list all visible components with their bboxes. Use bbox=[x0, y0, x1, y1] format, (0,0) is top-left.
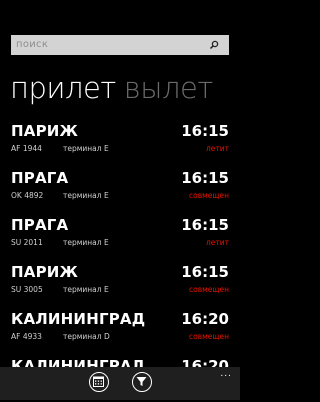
flight-number: OK 4892 bbox=[11, 191, 44, 200]
pivot-header: прилет вылет bbox=[10, 70, 213, 106]
flight-status: летит bbox=[205, 238, 229, 247]
flight-number: SU 2011 bbox=[11, 238, 43, 247]
flight-number: AF 1944 bbox=[11, 144, 42, 153]
filter-icon bbox=[136, 377, 147, 386]
search-icon[interactable] bbox=[209, 40, 219, 50]
tab-arrivals[interactable]: прилет bbox=[10, 71, 116, 105]
flight-status: совмещен bbox=[189, 285, 229, 294]
flight-terminal: терминал E bbox=[63, 238, 109, 247]
flight-number: AF 4933 bbox=[11, 332, 42, 341]
flight-city: ПАРИЖ bbox=[11, 122, 79, 140]
flight-status: летит bbox=[205, 144, 229, 153]
flight-city: ПРАГА bbox=[11, 216, 69, 234]
flight-row[interactable]: ПРАГА 16:15 OK 4892 терминал E совмещен bbox=[11, 167, 229, 214]
search-input[interactable]: поиск bbox=[16, 39, 48, 50]
tab-departures[interactable]: вылет bbox=[124, 71, 213, 105]
more-menu[interactable]: ... bbox=[220, 369, 232, 379]
search-box[interactable]: поиск bbox=[11, 35, 229, 55]
flight-row[interactable]: КАЛИНИНГРАД 16:20 AF 4933 терминал D сов… bbox=[11, 308, 229, 355]
flight-time: 16:15 bbox=[181, 263, 229, 281]
app-bar: ... bbox=[0, 367, 240, 400]
flight-time: 16:20 bbox=[181, 310, 229, 328]
flight-city: ПАРИЖ bbox=[11, 263, 79, 281]
filter-button[interactable] bbox=[132, 372, 152, 392]
flight-terminal: терминал D bbox=[63, 332, 110, 341]
flight-city: КАЛИНИНГРАД bbox=[11, 310, 146, 328]
flight-terminal: терминал E bbox=[63, 144, 109, 153]
flight-terminal: терминал E bbox=[63, 285, 109, 294]
flight-status: совмещен bbox=[189, 332, 229, 341]
flight-row[interactable]: ПРАГА 16:15 SU 2011 терминал E летит bbox=[11, 214, 229, 261]
calendar-button[interactable] bbox=[89, 372, 109, 392]
flight-row[interactable]: ПАРИЖ 16:15 SU 3005 терминал E совмещен bbox=[11, 261, 229, 308]
calendar-icon bbox=[93, 376, 104, 387]
flight-time: 16:15 bbox=[181, 122, 229, 140]
flight-number: SU 3005 bbox=[11, 285, 43, 294]
flight-list: ПАРИЖ 16:15 AF 1944 терминал E летит ПРА… bbox=[11, 120, 229, 402]
flight-status: совмещен bbox=[189, 191, 229, 200]
flight-city: ПРАГА bbox=[11, 169, 69, 187]
flight-row[interactable]: ПАРИЖ 16:15 AF 1944 терминал E летит bbox=[11, 120, 229, 167]
flight-terminal: терминал E bbox=[63, 191, 109, 200]
flight-time: 16:15 bbox=[181, 216, 229, 234]
flight-time: 16:15 bbox=[181, 169, 229, 187]
